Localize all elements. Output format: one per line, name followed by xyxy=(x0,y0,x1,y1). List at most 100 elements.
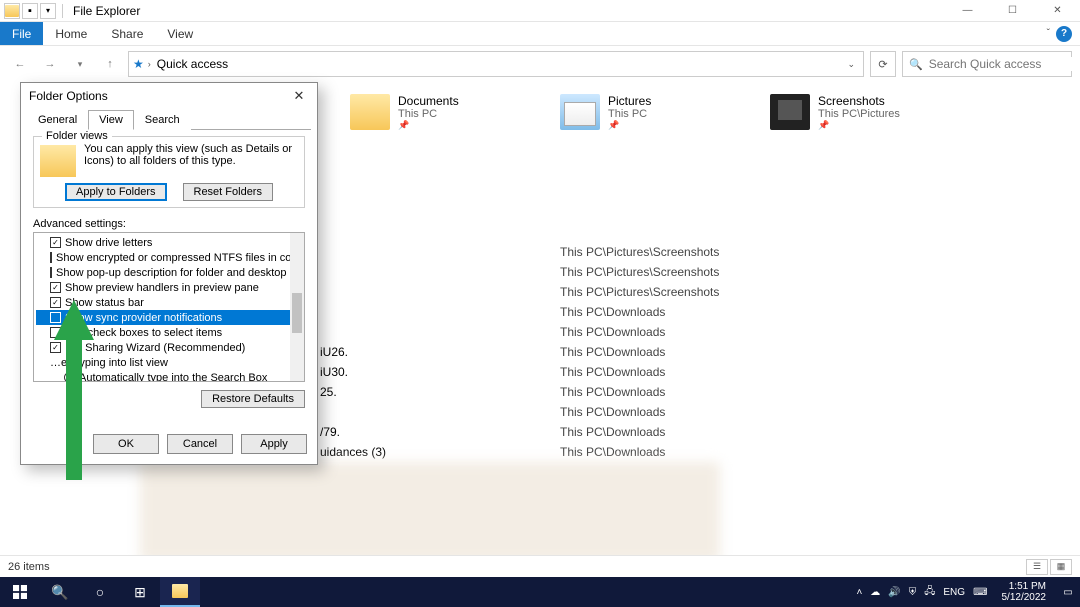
close-button[interactable]: ✕ xyxy=(1035,0,1080,22)
checkbox[interactable] xyxy=(50,327,61,338)
help-icon[interactable]: ? xyxy=(1056,26,1072,42)
share-tab[interactable]: Share xyxy=(99,22,155,45)
recent-file-row[interactable]: This PC\Pictures\Screenshots xyxy=(320,282,1040,302)
tray-defender-icon[interactable]: ⛨ xyxy=(909,587,917,598)
tree-item[interactable]: Show pop-up description for folder and d… xyxy=(36,265,302,280)
tab-general[interactable]: General xyxy=(27,110,88,130)
recent-file-row[interactable]: /79.This PC\Downloads xyxy=(320,422,1040,442)
qat-properties-icon[interactable]: ▪ xyxy=(22,3,38,19)
qat-folder-icon[interactable] xyxy=(4,3,20,19)
ribbon-expand-icon[interactable]: ˇ xyxy=(1047,28,1050,39)
tray-date: 5/12/2022 xyxy=(1002,592,1047,603)
explorer-taskbar-icon[interactable] xyxy=(160,577,200,607)
tree-item[interactable]: Show sync provider notifications xyxy=(36,310,302,325)
cancel-button[interactable]: Cancel xyxy=(167,434,233,454)
frequent-folder[interactable]: Documents This PC 📌 xyxy=(350,94,520,131)
thumbnails-view-button[interactable]: ▦ xyxy=(1050,559,1072,575)
tree-item[interactable]: Show status bar xyxy=(36,295,302,310)
details-view-button[interactable]: ☰ xyxy=(1026,559,1048,575)
recent-file-row[interactable]: uidances (3)This PC\Downloads xyxy=(320,442,1040,462)
frequent-folder[interactable]: Pictures This PC 📌 xyxy=(560,94,730,131)
taskbar: 🔍 ○ ⊞ ˄ ☁ 🔊 ⛨ 🖧 ENG ⌨ 1:51 PM 5/12/2022 … xyxy=(0,577,1080,607)
action-center-button[interactable]: ▭ xyxy=(1060,577,1076,607)
refresh-button[interactable]: ⟳ xyxy=(870,51,896,77)
checkbox[interactable] xyxy=(50,237,61,248)
nav-row: ← → ▾ ↑ ★ › Quick access ⌄ ⟳ 🔍 xyxy=(0,46,1080,82)
back-button[interactable]: ← xyxy=(8,52,32,76)
tree-item-label: Automatically type into the Search Box xyxy=(79,372,267,383)
tray-network-icon[interactable]: 🖧 xyxy=(924,584,935,601)
tree-item-label: Show status bar xyxy=(65,297,144,309)
tray-onedrive-icon[interactable]: ☁ xyxy=(870,587,880,598)
window-title: File Explorer xyxy=(73,4,140,18)
tree-item[interactable]: …en typing into list view xyxy=(36,355,302,370)
advanced-settings-tree[interactable]: Show drive lettersShow encrypted or comp… xyxy=(33,232,305,382)
frequent-folder[interactable]: Screenshots This PC\Pictures 📌 xyxy=(770,94,940,131)
folder-options-dialog: Folder Options ✕ General View Search Fol… xyxy=(20,82,318,465)
address-dropdown-icon[interactable]: ⌄ xyxy=(843,59,859,70)
minimize-button[interactable]: — xyxy=(945,0,990,22)
tree-item[interactable]: Show encrypted or compressed NTFS files … xyxy=(36,250,302,265)
radio[interactable] xyxy=(64,372,75,382)
recent-file-row[interactable]: This PC\Downloads xyxy=(320,322,1040,342)
tree-item-label: Show drive letters xyxy=(65,237,152,249)
checkbox[interactable] xyxy=(50,267,52,278)
quick-access-icon: ★ xyxy=(133,57,144,71)
folder-icon xyxy=(350,94,390,130)
forward-button[interactable]: → xyxy=(38,52,62,76)
recent-file-row[interactable]: This PC\Downloads xyxy=(320,402,1040,422)
tree-scrollbar[interactable] xyxy=(290,233,304,381)
tab-view[interactable]: View xyxy=(88,110,134,130)
taskbar-search-button[interactable]: 🔍 xyxy=(40,577,80,607)
blurred-region xyxy=(140,462,720,562)
recent-file-row[interactable]: iU26.This PC\Downloads xyxy=(320,342,1040,362)
breadcrumb[interactable]: Quick access xyxy=(155,57,230,71)
home-tab[interactable]: Home xyxy=(43,22,99,45)
file-path: This PC\Downloads xyxy=(560,385,665,399)
checkbox[interactable] xyxy=(50,297,61,308)
file-path: This PC\Downloads xyxy=(560,445,665,459)
checkbox[interactable] xyxy=(50,312,61,323)
restore-defaults-button[interactable]: Restore Defaults xyxy=(201,390,305,408)
status-text: 26 items xyxy=(8,561,50,573)
view-tab[interactable]: View xyxy=(155,22,205,45)
checkbox[interactable] xyxy=(50,282,61,293)
tree-item[interactable]: Show preview handlers in preview pane xyxy=(36,280,302,295)
tray-clock[interactable]: 1:51 PM 5/12/2022 xyxy=(996,581,1053,603)
recent-file-row[interactable]: This PC\Pictures\Screenshots xyxy=(320,242,1040,262)
address-bar[interactable]: ★ › Quick access ⌄ xyxy=(128,51,864,77)
qat-dropdown-icon[interactable]: ▾ xyxy=(40,3,56,19)
tray-volume-icon[interactable]: 🔊 xyxy=(888,587,900,598)
tray-language[interactable]: ENG xyxy=(943,587,965,598)
search-box[interactable]: 🔍 xyxy=(902,51,1072,77)
up-button[interactable]: ↑ xyxy=(98,52,122,76)
apply-to-folders-button[interactable]: Apply to Folders xyxy=(65,183,166,201)
ok-button[interactable]: OK xyxy=(93,434,159,454)
tree-item[interactable]: Use check boxes to select items xyxy=(36,325,302,340)
task-view-button[interactable]: ⊞ xyxy=(120,577,160,607)
tab-search[interactable]: Search xyxy=(134,110,191,130)
tray-overflow-icon[interactable]: ˄ xyxy=(856,587,862,598)
tree-item[interactable]: Show drive letters xyxy=(36,235,302,250)
file-path: This PC\Pictures\Screenshots xyxy=(560,245,719,259)
apply-button[interactable]: Apply xyxy=(241,434,307,454)
file-tab[interactable]: File xyxy=(0,22,43,45)
reset-folders-button[interactable]: Reset Folders xyxy=(183,183,273,201)
start-button[interactable] xyxy=(0,577,40,607)
ribbon: File Home Share View ˇ ? xyxy=(0,22,1080,46)
recent-file-row[interactable]: This PC\Downloads xyxy=(320,302,1040,322)
tree-item[interactable]: …e Sharing Wizard (Recommended) xyxy=(36,340,302,355)
dialog-close-button[interactable]: ✕ xyxy=(289,88,309,104)
search-input[interactable] xyxy=(929,57,1080,71)
tree-item[interactable]: Automatically type into the Search Box xyxy=(36,370,302,382)
recent-file-row[interactable]: This PC\Pictures\Screenshots xyxy=(320,262,1040,282)
search-icon: 🔍 xyxy=(909,58,923,71)
tray-keyboard-icon[interactable]: ⌨ xyxy=(973,587,987,598)
recent-file-row[interactable]: iU30.This PC\Downloads xyxy=(320,362,1040,382)
cortana-button[interactable]: ○ xyxy=(80,577,120,607)
recent-file-row[interactable]: 25.This PC\Downloads xyxy=(320,382,1040,402)
checkbox[interactable] xyxy=(50,252,52,263)
checkbox[interactable] xyxy=(50,342,61,353)
recent-locations-button[interactable]: ▾ xyxy=(68,52,92,76)
maximize-button[interactable]: ☐ xyxy=(990,0,1035,22)
